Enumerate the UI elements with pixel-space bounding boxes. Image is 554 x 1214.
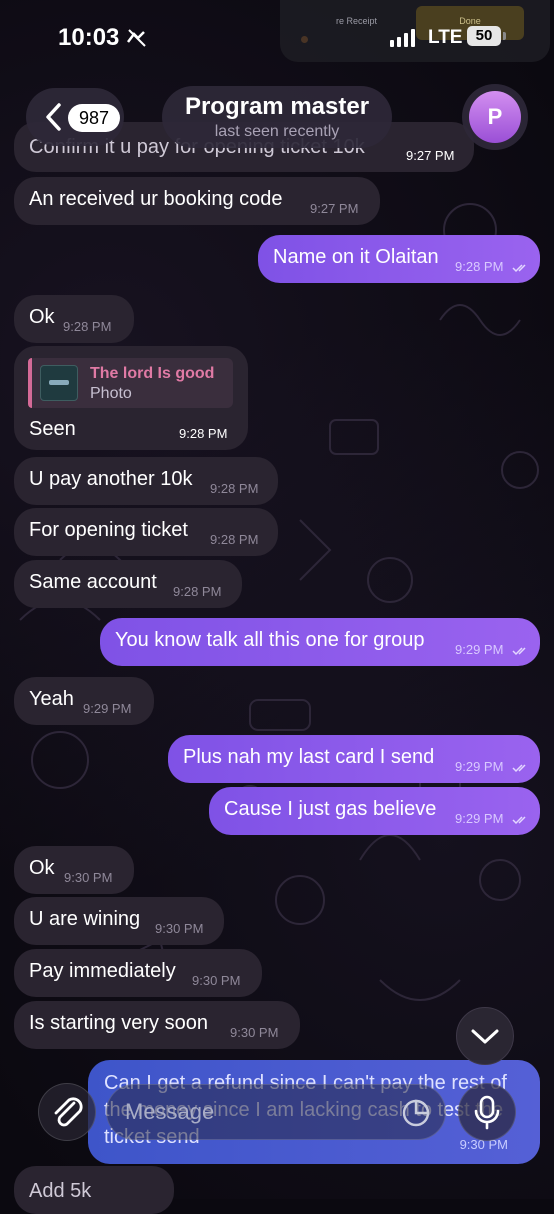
- message-text: For opening ticket: [29, 519, 188, 541]
- scroll-to-bottom-button[interactable]: [456, 1007, 514, 1065]
- message-text: Pay immediately: [29, 960, 176, 982]
- message-text: An received ur booking code: [29, 188, 283, 210]
- message-time: 9:29 PM: [455, 642, 504, 657]
- peek-label: re Receipt: [336, 16, 378, 26]
- message-bubble-outgoing[interactable]: Name on it Olaitan 9:28 PM: [258, 235, 540, 283]
- message-bubble-incoming[interactable]: Pay immediately 9:30 PM: [14, 949, 262, 997]
- message-bubble-outgoing[interactable]: You know talk all this one for group 9:2…: [100, 618, 540, 666]
- silent-mode-icon: [127, 29, 146, 47]
- read-checkmarks-icon: [512, 764, 526, 773]
- message-time: 9:28 PM: [210, 532, 259, 547]
- message-text: Name on it Olaitan: [273, 246, 439, 268]
- message-bubble-incoming[interactable]: Ok 9:28 PM: [14, 295, 134, 343]
- reply-preview[interactable]: The lord Is good Photo: [28, 358, 233, 408]
- message-text: You know talk all this one for group: [115, 629, 425, 651]
- message-time: 9:29 PM: [455, 759, 504, 774]
- signal-icon: [390, 29, 415, 47]
- battery-level: 50: [467, 26, 501, 46]
- message-bubble-outgoing[interactable]: Plus nah my last card I send 9:29 PM: [168, 735, 540, 783]
- message-time: 9:28 PM: [455, 259, 504, 274]
- chevron-left-icon[interactable]: [44, 102, 64, 132]
- battery-tip: [503, 32, 506, 40]
- paperclip-icon: [54, 1097, 83, 1127]
- message-bubble-incoming[interactable]: Same account 9:28 PM: [14, 560, 242, 608]
- message-bubble-incoming[interactable]: Is starting very soon 9:30 PM: [14, 1001, 300, 1049]
- message-text: Same account: [29, 571, 157, 593]
- message-time: 9:28 PM: [179, 426, 228, 441]
- message-input[interactable]: Message: [106, 1084, 446, 1140]
- reply-media-type: Photo: [90, 385, 132, 402]
- attach-button[interactable]: [38, 1083, 96, 1141]
- reply-photo-thumbnail: [40, 365, 78, 401]
- message-bubble-incoming[interactable]: Ok 9:30 PM: [14, 846, 134, 894]
- microphone-icon: [474, 1095, 500, 1130]
- reply-accent-bar: [28, 358, 32, 408]
- message-bubble-incoming[interactable]: Add 5k: [14, 1166, 174, 1214]
- message-time: 9:30 PM: [230, 1025, 279, 1040]
- message-text: Is starting very soon: [29, 1012, 208, 1034]
- read-checkmarks-icon: [512, 816, 526, 825]
- message-text: U pay another 10k: [29, 468, 193, 490]
- voice-message-button[interactable]: [458, 1083, 516, 1141]
- status-bar: 10:03 re Receipt Done LTE 50: [0, 0, 554, 70]
- read-checkmarks-icon: [512, 264, 526, 273]
- message-bubble-incoming[interactable]: U are wining 9:30 PM: [14, 897, 224, 945]
- message-time: 9:27 PM: [406, 148, 455, 163]
- message-bubble-outgoing[interactable]: Cause I just gas believe 9:29 PM: [209, 787, 540, 835]
- message-bubble-incoming[interactable]: An received ur booking code 9:27 PM: [14, 177, 380, 225]
- message-bubble-incoming[interactable]: For opening ticket 9:28 PM: [14, 508, 278, 556]
- message-text: Seen: [29, 418, 76, 440]
- message-text: Yeah: [29, 688, 74, 710]
- message-text: Cause I just gas believe: [224, 798, 437, 820]
- message-time: 9:27 PM: [310, 201, 359, 216]
- message-text: Add 5k: [29, 1180, 92, 1202]
- message-time: 9:29 PM: [455, 811, 504, 826]
- message-text: Ok: [29, 306, 55, 328]
- message-text: U are wining: [29, 908, 141, 930]
- chat-title: Program master: [184, 93, 370, 120]
- unread-count-badge[interactable]: 987: [68, 104, 120, 132]
- message-time: 9:29 PM: [83, 701, 132, 716]
- message-time: 9:30 PM: [64, 870, 113, 885]
- sticker-icon[interactable]: [401, 1098, 431, 1128]
- reply-sender-name: The lord Is good: [90, 365, 215, 382]
- message-bubble-incoming[interactable]: Yeah 9:29 PM: [14, 677, 154, 725]
- status-time: 10:03: [58, 24, 120, 51]
- message-bubble-incoming[interactable]: U pay another 10k 9:28 PM: [14, 457, 278, 505]
- avatar[interactable]: P: [469, 91, 521, 143]
- network-type: LTE: [428, 27, 463, 48]
- chevron-down-icon: [471, 1029, 499, 1044]
- message-time: 9:28 PM: [173, 584, 222, 599]
- message-text: Ok: [29, 857, 55, 879]
- message-time: 9:28 PM: [63, 319, 112, 334]
- message-bubble-incoming-with-reply[interactable]: The lord Is good Photo Seen 9:28 PM: [14, 346, 248, 450]
- chat-title-header[interactable]: Program master last seen recently: [162, 86, 392, 148]
- message-time: 9:28 PM: [210, 481, 259, 496]
- message-placeholder: Message: [125, 1099, 215, 1124]
- read-checkmarks-icon: [512, 647, 526, 656]
- message-text: Plus nah my last card I send: [183, 746, 435, 768]
- message-time: 9:30 PM: [155, 921, 204, 936]
- last-seen-status: last seen recently: [214, 123, 340, 140]
- message-time: 9:30 PM: [192, 973, 241, 988]
